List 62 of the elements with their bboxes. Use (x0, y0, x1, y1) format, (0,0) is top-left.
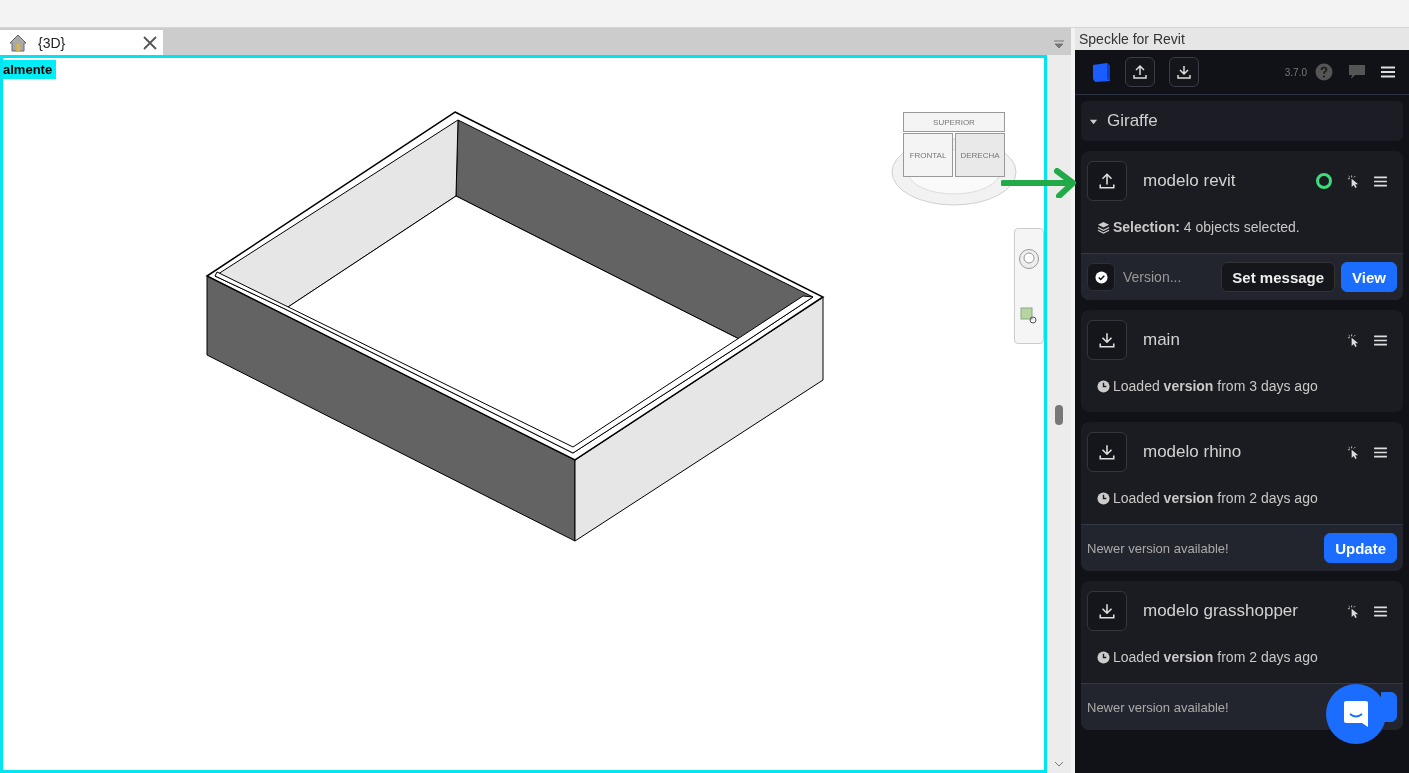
receive-button[interactable] (1169, 57, 1199, 87)
version-label: 3.7.0 (1284, 66, 1307, 78)
cursor-click-icon[interactable] (1347, 445, 1360, 459)
scrollbar[interactable] (1047, 55, 1071, 773)
clock-icon (1097, 379, 1110, 393)
close-icon[interactable] (143, 35, 157, 50)
steering-wheel-icon[interactable] (1018, 247, 1040, 270)
house-icon (8, 32, 28, 53)
status-text: Loaded version from 2 days ago (1113, 649, 1318, 665)
upload-icon (1132, 64, 1148, 80)
update-notice: Newer version available! (1087, 699, 1229, 715)
menu-icon[interactable] (1381, 66, 1395, 78)
top-face[interactable]: SUPERIOR (903, 112, 1005, 132)
cursor-click-icon[interactable] (1347, 604, 1360, 618)
model-name: modelo revit (1143, 171, 1236, 191)
layers-icon (1097, 220, 1110, 234)
view-label: almente (3, 60, 57, 79)
receive-button[interactable] (1087, 432, 1127, 472)
scroll-down-icon[interactable] (1054, 761, 1064, 767)
panel-title: Speckle for Revit (1079, 31, 1185, 47)
chat-bubble-icon (1342, 699, 1370, 729)
status-text: Loaded version from 2 days ago (1113, 490, 1318, 506)
menu-icon[interactable] (1374, 334, 1387, 346)
check-icon (1094, 270, 1108, 284)
download-icon (1176, 64, 1192, 80)
status-text: Loaded version from 3 days ago (1113, 378, 1318, 394)
model-name: main (1143, 330, 1180, 350)
clock-icon (1097, 650, 1110, 664)
cursor-click-icon[interactable] (1347, 333, 1360, 347)
send-button[interactable] (1125, 57, 1155, 87)
check-button[interactable] (1087, 263, 1115, 291)
status-text: Selection: 4 objects selected. (1113, 219, 1300, 235)
chat-icon[interactable] (1347, 63, 1367, 81)
cursor-click-icon[interactable] (1347, 174, 1360, 188)
clock-icon (1097, 491, 1110, 505)
model-name: modelo rhino (1143, 442, 1242, 462)
front-face[interactable]: FRONTAL (903, 133, 953, 177)
menu-icon[interactable] (1374, 446, 1387, 458)
receive-button[interactable] (1087, 591, 1127, 631)
receive-button[interactable] (1087, 320, 1127, 360)
version-message-field[interactable]: Version... (1121, 268, 1205, 286)
menu-icon[interactable] (1374, 175, 1387, 187)
right-face[interactable]: DERECHA (955, 133, 1005, 177)
model-name: modelo grasshopper (1143, 601, 1298, 621)
view-tab[interactable]: {3D} (0, 30, 163, 55)
secondary-button[interactable]: Set message (1221, 262, 1336, 292)
dropdown-icon[interactable] (1053, 39, 1065, 49)
download-icon (1098, 443, 1116, 461)
scroll-thumb[interactable] (1055, 405, 1063, 425)
primary-button[interactable]: View (1341, 262, 1397, 292)
upload-icon (1098, 172, 1116, 190)
send-button[interactable] (1087, 161, 1127, 201)
primary-button[interactable]: Update (1324, 533, 1397, 563)
zoom-icon[interactable] (1020, 306, 1038, 325)
download-icon (1098, 602, 1116, 620)
cube-logo-icon (1091, 61, 1111, 83)
help-icon[interactable] (1315, 63, 1333, 81)
update-notice: Newer version available! (1087, 540, 1229, 556)
download-icon (1098, 331, 1116, 349)
3d-viewport[interactable]: almente SUPERIOR FRONTAL DERECHA (0, 55, 1047, 773)
project-header[interactable]: Giraffe (1081, 101, 1403, 141)
menu-icon[interactable] (1374, 605, 1387, 617)
